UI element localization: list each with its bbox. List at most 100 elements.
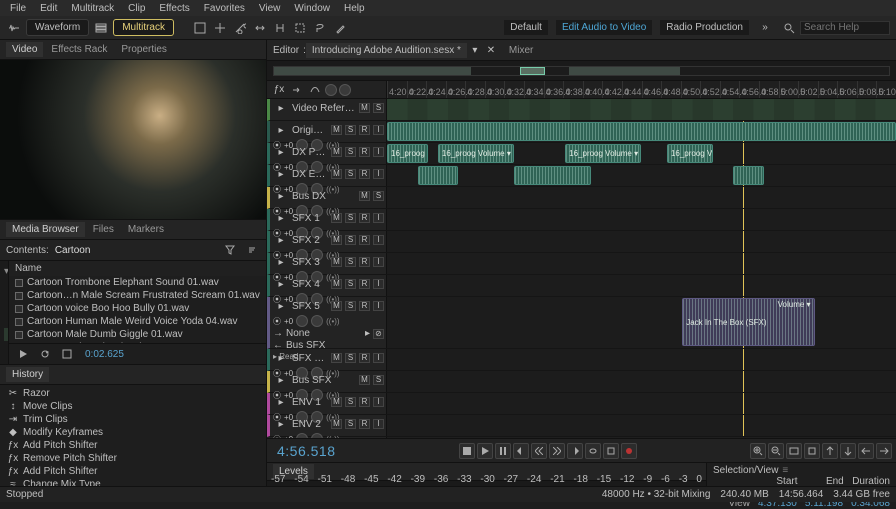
- record-arm-button[interactable]: R: [359, 353, 370, 363]
- mute-button[interactable]: M: [359, 375, 370, 385]
- mute-button[interactable]: M: [331, 301, 342, 311]
- mute-button[interactable]: M: [359, 103, 370, 113]
- monitor-button[interactable]: I: [373, 125, 384, 135]
- menu-clip[interactable]: Clip: [122, 2, 151, 15]
- track-name[interactable]: Video Reference: [292, 103, 356, 114]
- track-lane[interactable]: Jack In The Box (SFX)Volume ▾: [387, 297, 896, 349]
- tab-media-browser[interactable]: Media Browser: [6, 222, 85, 237]
- audio-clip[interactable]: 16_proog V…: [667, 144, 713, 163]
- track-name[interactable]: SFX 5: [292, 301, 328, 312]
- mute-button[interactable]: M: [359, 191, 370, 201]
- master-knob-2[interactable]: [339, 84, 351, 96]
- track-lane[interactable]: [387, 393, 896, 415]
- mute-button[interactable]: M: [331, 397, 342, 407]
- tab-markers[interactable]: Markers: [122, 222, 170, 237]
- stop-button[interactable]: [459, 443, 475, 459]
- stereo-toggle[interactable]: ⊘: [373, 329, 384, 339]
- chevron-icon[interactable]: ▸: [273, 254, 289, 270]
- mute-button[interactable]: M: [331, 353, 342, 363]
- eq-icon[interactable]: [307, 82, 323, 98]
- mb-play-icon[interactable]: [15, 346, 31, 362]
- audio-clip[interactable]: [418, 166, 459, 185]
- rewind-button[interactable]: [531, 443, 547, 459]
- zoom-out-vert-button[interactable]: [876, 443, 892, 459]
- history-item[interactable]: ≈Change Mix Type: [0, 478, 266, 486]
- audio-clip[interactable]: 16_proog Volume ▾: [438, 144, 514, 163]
- track-header[interactable]: ▸ENV 2MSRI⦿+0((•)): [267, 415, 387, 437]
- history-item[interactable]: ⇥Trim Clips: [0, 413, 266, 426]
- track-header[interactable]: ▸SFX FootstepsMSRI⦿+0((•)): [267, 349, 387, 371]
- monitor-button[interactable]: I: [373, 235, 384, 245]
- mute-button[interactable]: M: [331, 419, 342, 429]
- menu-file[interactable]: File: [4, 2, 32, 15]
- go-to-next-button[interactable]: [567, 443, 583, 459]
- master-knob[interactable]: [325, 84, 337, 96]
- menu-edit[interactable]: Edit: [34, 2, 63, 15]
- track-header[interactable]: ▸DX EmoMSRI⦿+0((•)): [267, 165, 387, 187]
- skip-selection-button[interactable]: [603, 443, 619, 459]
- history-item[interactable]: ✂Razor: [0, 387, 266, 400]
- tab-mixer[interactable]: Mixer: [509, 45, 533, 56]
- track-lane[interactable]: 16_proog Volume ▾ 16_proog Volume ▾ 16_pro…: [387, 143, 896, 165]
- chevron-icon[interactable]: ▸: [273, 188, 289, 204]
- chevron-icon[interactable]: ▸: [273, 276, 289, 292]
- menu-multitrack[interactable]: Multitrack: [65, 2, 120, 15]
- solo-button[interactable]: S: [345, 419, 356, 429]
- workspace-radio-production[interactable]: Radio Production: [660, 20, 749, 35]
- track-lane[interactable]: [387, 187, 896, 209]
- spectral-toggle-icon[interactable]: [192, 20, 208, 36]
- record-button[interactable]: [621, 443, 637, 459]
- track-header[interactable]: ▸SFX 4MSRI⦿+0((•)): [267, 275, 387, 297]
- record-arm-button[interactable]: R: [359, 301, 370, 311]
- brush-tool-icon[interactable]: [332, 20, 348, 36]
- track-lane[interactable]: [387, 165, 896, 187]
- fx-icon[interactable]: ƒx: [271, 82, 287, 98]
- zoom-in-amp-button[interactable]: [822, 443, 838, 459]
- history-item[interactable]: ◆Modify Keyframes: [0, 426, 266, 439]
- loop-button[interactable]: [585, 443, 601, 459]
- audio-clip[interactable]: [733, 166, 764, 185]
- chevron-icon[interactable]: ▸: [273, 394, 289, 410]
- mute-button[interactable]: M: [331, 257, 342, 267]
- zoom-in-time-button[interactable]: [750, 443, 766, 459]
- solo-button[interactable]: S: [373, 191, 384, 201]
- solo-button[interactable]: S: [345, 147, 356, 157]
- record-arm-button[interactable]: R: [359, 397, 370, 407]
- mb-folder-tree[interactable]: ▾Drives ▸Windows ▸Extended ▾MEDIA Dr ▾ME…: [0, 261, 9, 364]
- audio-clip[interactable]: 16_proog Volume ▾: [387, 144, 428, 163]
- solo-button[interactable]: S: [345, 125, 356, 135]
- editor-document-tab[interactable]: Introducing Adobe Audition.sesx *: [306, 43, 467, 58]
- track-lane[interactable]: [387, 415, 896, 437]
- monitor-button[interactable]: I: [373, 353, 384, 363]
- mute-button[interactable]: M: [331, 169, 342, 179]
- solo-button[interactable]: S: [345, 301, 356, 311]
- menu-window[interactable]: Window: [288, 2, 336, 15]
- chevron-icon[interactable]: ▸: [273, 210, 289, 226]
- track-name[interactable]: Bus SFX: [292, 375, 356, 386]
- solo-button[interactable]: S: [373, 375, 384, 385]
- track-name[interactable]: ENV 2: [292, 419, 328, 430]
- history-item[interactable]: ↕Move Clips: [0, 400, 266, 413]
- chevron-icon[interactable]: ▸: [273, 122, 289, 138]
- chevron-icon[interactable]: ▸: [273, 350, 289, 366]
- track-name[interactable]: SFX 3: [292, 257, 328, 268]
- chevron-icon[interactable]: ▸: [273, 298, 289, 314]
- editor-doc-dropdown-icon[interactable]: ▾: [467, 42, 483, 58]
- marquee-tool-icon[interactable]: [292, 20, 308, 36]
- workspace-overflow-icon[interactable]: »: [757, 20, 773, 36]
- zoom-out-time-button[interactable]: [768, 443, 784, 459]
- pan-knob[interactable]: [311, 315, 323, 327]
- history-list[interactable]: ✂Razor↕Move Clips⇥Trim Clips◆Modify Keyf…: [0, 385, 266, 486]
- track-lane[interactable]: [387, 371, 896, 393]
- slip-tool-icon[interactable]: [252, 20, 268, 36]
- tab-properties[interactable]: Properties: [115, 42, 173, 57]
- track-name[interactable]: Bus DX: [292, 191, 356, 202]
- track-lane[interactable]: [387, 99, 896, 121]
- track-header[interactable]: ▸Bus DXMS⦿+0((•)): [267, 187, 387, 209]
- track-name[interactable]: SFX 2: [292, 235, 328, 246]
- workspace-edit-audio-to-video[interactable]: Edit Audio to Video: [556, 20, 652, 35]
- menu-view[interactable]: View: [253, 2, 287, 15]
- solo-button[interactable]: S: [345, 257, 356, 267]
- solo-button[interactable]: S: [373, 103, 384, 113]
- lasso-tool-icon[interactable]: [312, 20, 328, 36]
